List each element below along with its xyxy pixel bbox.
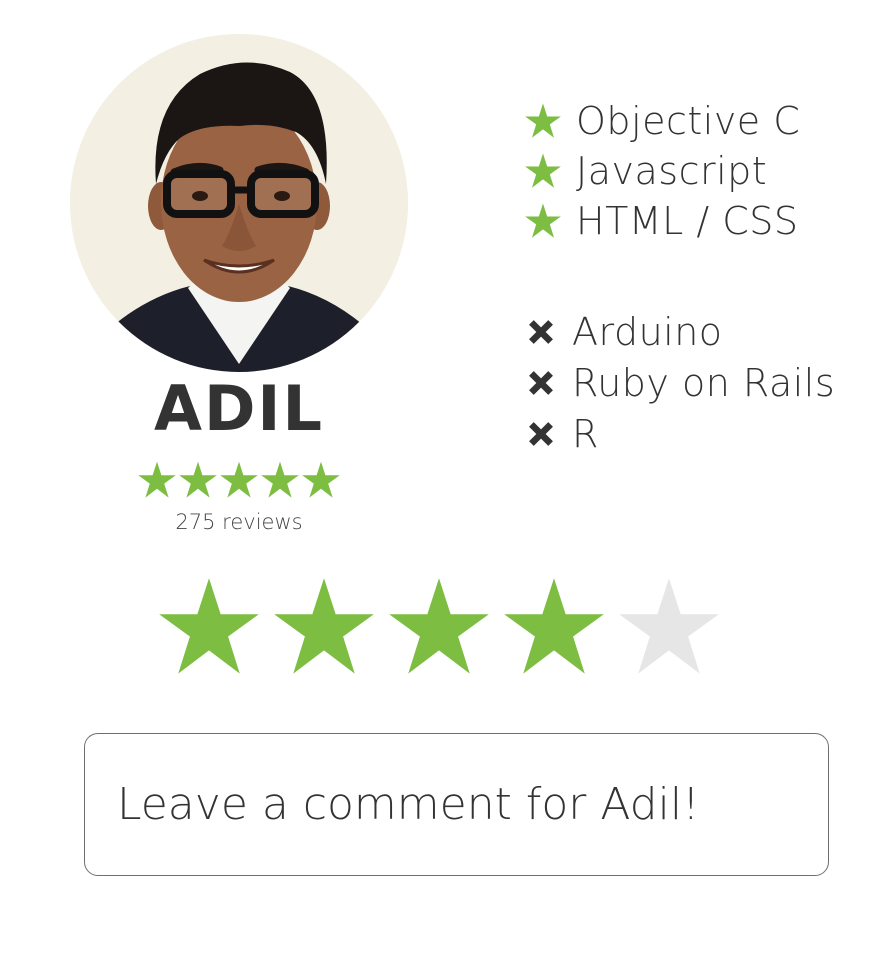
comment-box[interactable] — [84, 733, 829, 876]
star-filled-icon — [220, 461, 258, 498]
skill-item: HTML / CSS — [524, 196, 800, 246]
profile-name: ADIL — [153, 372, 325, 445]
skill-label: Arduino — [572, 309, 723, 354]
skill-label: Objective C — [576, 99, 801, 143]
avatar-photo — [70, 34, 408, 372]
star-filled-icon — [261, 461, 299, 498]
star-filled-icon[interactable] — [156, 574, 262, 680]
star-filled-icon — [302, 461, 340, 498]
unknown-skills-list: Arduino Ruby on Rails R — [526, 306, 835, 459]
skill-label: Javascript — [576, 149, 768, 193]
star-filled-icon[interactable] — [271, 574, 377, 680]
rate-user-stars[interactable] — [156, 574, 722, 680]
star-filled-icon[interactable] — [386, 574, 492, 680]
skill-label: HTML / CSS — [576, 199, 799, 243]
known-skills-list: Objective C Javascript HTML / CSS — [524, 96, 800, 246]
review-count: 275 reviews — [175, 510, 303, 534]
skill-label: R — [572, 411, 599, 456]
x-icon — [529, 319, 553, 344]
star-filled-icon — [138, 461, 176, 498]
star-icon — [525, 153, 561, 188]
star-filled-icon — [179, 461, 217, 498]
skill-item: R — [526, 408, 835, 459]
profile-card: ADIL 275 reviews Objective C Javascript … — [0, 0, 880, 980]
x-icon — [529, 421, 553, 446]
star-filled-icon[interactable] — [501, 574, 607, 680]
skill-item: Objective C — [524, 96, 800, 146]
star-empty-icon[interactable] — [616, 574, 722, 680]
avatar — [70, 34, 408, 372]
star-icon — [525, 103, 561, 138]
star-icon — [525, 203, 561, 238]
skill-label: Ruby on Rails — [572, 360, 836, 405]
skill-item: Arduino — [526, 306, 835, 357]
skill-item: Javascript — [524, 146, 800, 196]
average-rating — [137, 460, 341, 500]
skill-item: Ruby on Rails — [526, 357, 835, 408]
x-icon — [529, 370, 553, 395]
comment-input[interactable] — [117, 764, 807, 845]
